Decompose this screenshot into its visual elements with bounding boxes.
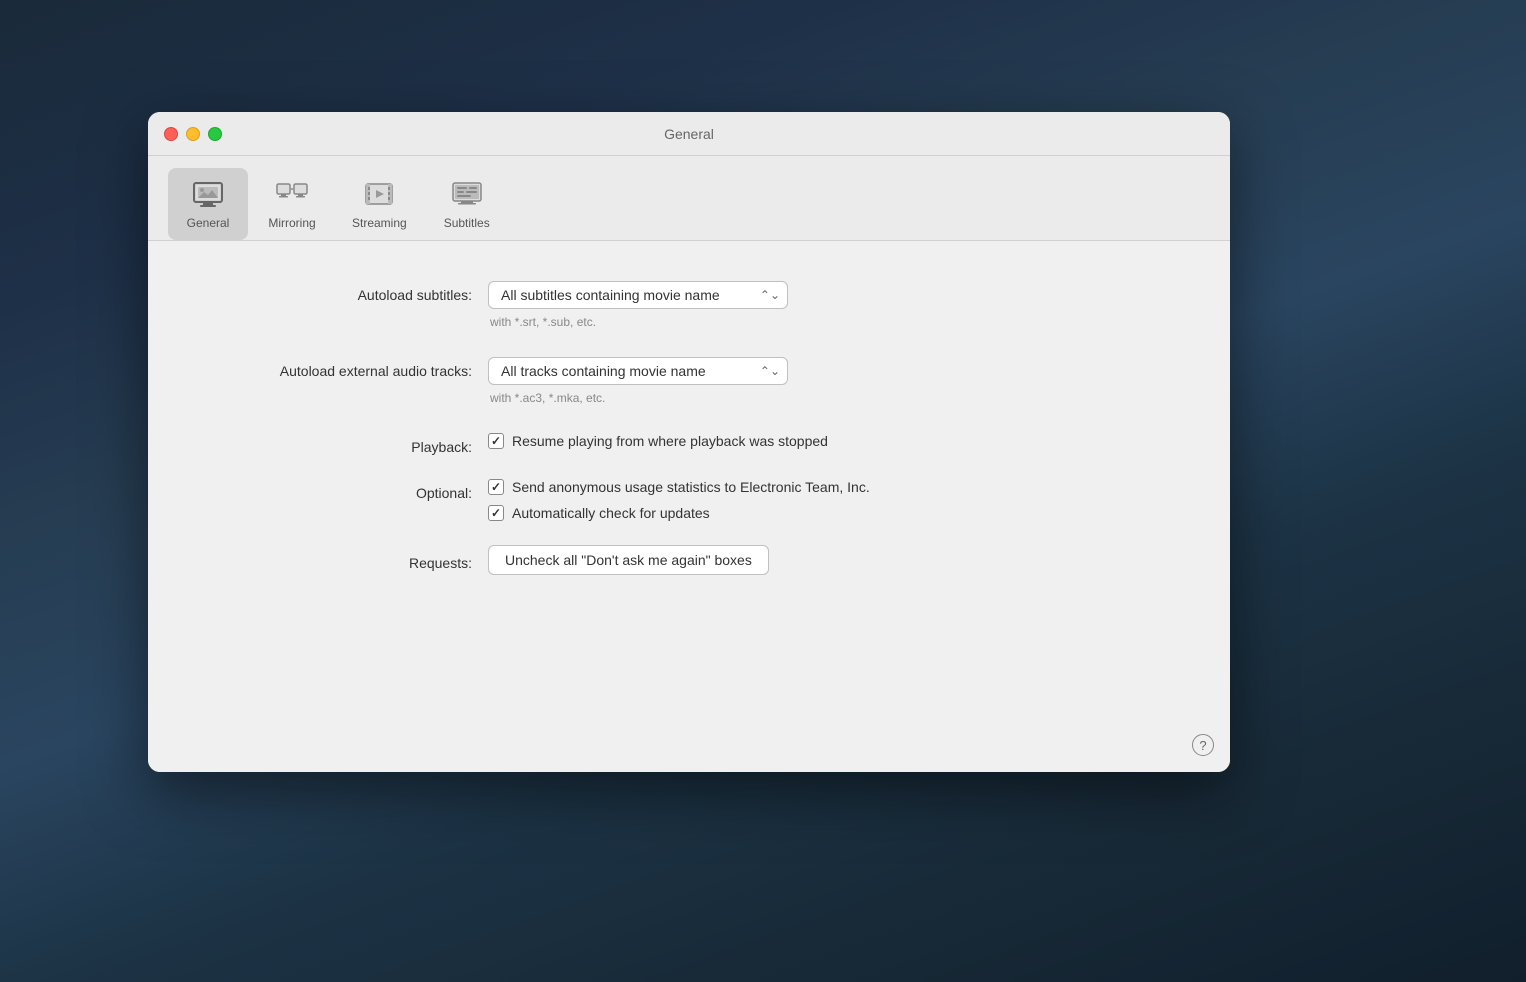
help-button[interactable]: ? <box>1192 734 1214 756</box>
autoload-audio-label: Autoload external audio tracks: <box>208 357 488 379</box>
maximize-button[interactable] <box>208 127 222 141</box>
autoload-audio-controls: All tracks containing movie name All tra… <box>488 357 788 405</box>
title-bar: General <box>148 112 1230 156</box>
uncheck-button[interactable]: Uncheck all "Don't ask me again" boxes <box>488 545 769 575</box>
close-button[interactable] <box>164 127 178 141</box>
general-icon <box>190 176 226 212</box>
tab-general-label: General <box>187 216 230 230</box>
autoload-subtitles-label: Autoload subtitles: <box>208 281 488 303</box>
requests-group: Requests: Uncheck all "Don't ask me agai… <box>208 545 1170 575</box>
tab-general[interactable]: General <box>168 168 248 240</box>
tab-subtitles-label: Subtitles <box>444 216 490 230</box>
playback-label: Playback: <box>208 433 488 455</box>
window-title: General <box>664 126 714 142</box>
playback-group: Playback: Resume playing from where play… <box>208 433 1170 455</box>
tab-mirroring-label: Mirroring <box>268 216 315 230</box>
traffic-lights <box>164 127 222 141</box>
updates-checkbox[interactable] <box>488 505 504 521</box>
content-area: Autoload subtitles: All subtitles contai… <box>148 241 1230 772</box>
mirroring-icon <box>274 176 310 212</box>
autoload-subtitles-select[interactable]: All subtitles containing movie name All … <box>488 281 788 309</box>
tab-subtitles[interactable]: Subtitles <box>427 168 507 240</box>
tab-streaming[interactable]: Streaming <box>336 168 423 240</box>
anonymous-label: Send anonymous usage statistics to Elect… <box>512 479 870 495</box>
playback-checkboxes: Resume playing from where playback was s… <box>488 433 828 449</box>
autoload-subtitles-select-wrapper: All subtitles containing movie name All … <box>488 281 788 309</box>
toolbar: General Mirroring <box>148 156 1230 241</box>
audio-hint: with *.ac3, *.mka, etc. <box>490 391 788 405</box>
preferences-window: General General <box>148 112 1230 772</box>
resume-label: Resume playing from where playback was s… <box>512 433 828 449</box>
subtitles-hint: with *.srt, *.sub, etc. <box>490 315 788 329</box>
autoload-audio-select-wrapper: All tracks containing movie name All tra… <box>488 357 788 385</box>
tab-streaming-label: Streaming <box>352 216 407 230</box>
anonymous-checkbox[interactable] <box>488 479 504 495</box>
anonymous-row: Send anonymous usage statistics to Elect… <box>488 479 870 495</box>
optional-checkboxes: Send anonymous usage statistics to Elect… <box>488 479 870 521</box>
autoload-audio-select[interactable]: All tracks containing movie name All tra… <box>488 357 788 385</box>
autoload-subtitles-controls: All subtitles containing movie name All … <box>488 281 788 329</box>
tab-mirroring[interactable]: Mirroring <box>252 168 332 240</box>
requests-label: Requests: <box>208 549 488 571</box>
streaming-icon <box>361 176 397 212</box>
resume-checkbox[interactable] <box>488 433 504 449</box>
updates-label: Automatically check for updates <box>512 505 710 521</box>
resume-row: Resume playing from where playback was s… <box>488 433 828 449</box>
updates-row: Automatically check for updates <box>488 505 870 521</box>
subtitles-icon <box>449 176 485 212</box>
optional-group: Optional: Send anonymous usage statistic… <box>208 479 1170 521</box>
optional-label: Optional: <box>208 479 488 501</box>
autoload-audio-group: Autoload external audio tracks: All trac… <box>208 357 1170 405</box>
autoload-subtitles-group: Autoload subtitles: All subtitles contai… <box>208 281 1170 329</box>
minimize-button[interactable] <box>186 127 200 141</box>
